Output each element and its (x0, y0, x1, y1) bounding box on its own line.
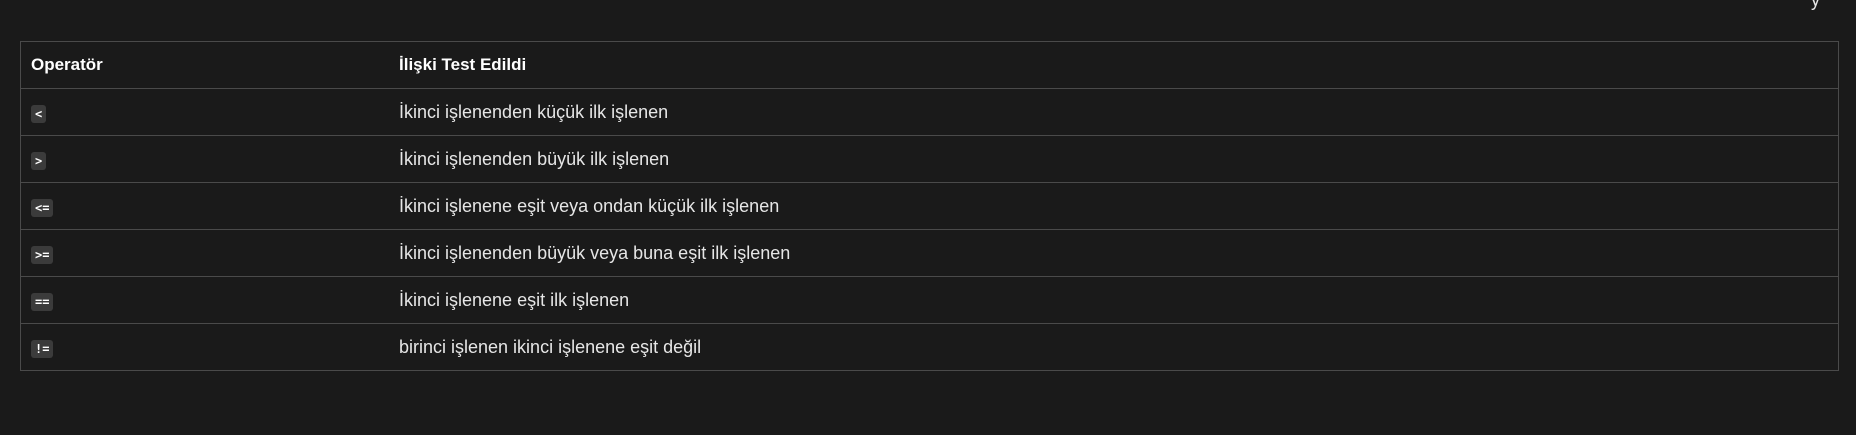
relation-cell: birinci işlenen ikinci işlenene eşit değ… (389, 323, 1839, 371)
table-row: <= İkinci işlenene eşit veya ondan küçük… (20, 182, 1839, 230)
header-relation: İlişki Test Edildi (389, 41, 1839, 89)
operator-cell: <= (20, 182, 389, 230)
operators-table: Operatör İlişki Test Edildi < İkinci işl… (20, 41, 1839, 371)
relation-cell: İkinci işlenene eşit veya ondan küçük il… (389, 182, 1839, 230)
table-row: > İkinci işlenenden büyük ilk işlenen (20, 135, 1839, 183)
operator-code: == (31, 292, 54, 311)
operator-code: >= (31, 245, 54, 264)
table-row: != birinci işlenen ikinci işlenene eşit … (20, 323, 1839, 371)
relation-cell: İkinci işlenenden küçük ilk işlenen (389, 88, 1839, 136)
table-header-row: Operatör İlişki Test Edildi (20, 41, 1839, 89)
operator-code: > (31, 151, 47, 170)
page: y Operatör İlişki Test Edildi < İkinci i… (0, 0, 1856, 435)
operator-code: < (31, 104, 47, 123)
operator-cell: > (20, 135, 389, 183)
operator-code: <= (31, 198, 54, 217)
clipped-text-fragment: y (1811, 0, 1820, 10)
table-row: >= İkinci işlenenden büyük veya buna eşi… (20, 229, 1839, 277)
operator-cell: == (20, 276, 389, 324)
relation-cell: İkinci işlenene eşit ilk işlenen (389, 276, 1839, 324)
operator-cell: >= (20, 229, 389, 277)
operator-cell: != (20, 323, 389, 371)
operator-code: != (31, 339, 54, 358)
table-row: == İkinci işlenene eşit ilk işlenen (20, 276, 1839, 324)
operator-cell: < (20, 88, 389, 136)
relation-cell: İkinci işlenenden büyük veya buna eşit i… (389, 229, 1839, 277)
table-row: < İkinci işlenenden küçük ilk işlenen (20, 88, 1839, 136)
relation-cell: İkinci işlenenden büyük ilk işlenen (389, 135, 1839, 183)
header-operator: Operatör (20, 41, 389, 89)
